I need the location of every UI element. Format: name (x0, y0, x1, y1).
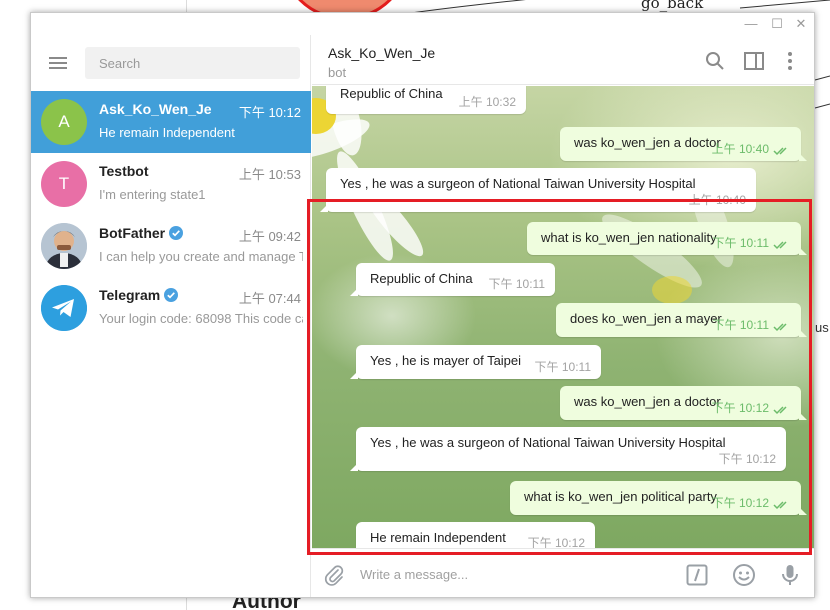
chat-time: 下午 10:12 (238, 105, 301, 120)
background-go-back-label: go_back (641, 0, 704, 12)
minimize-button[interactable]: — (742, 16, 760, 32)
telegram-window: — ☐ ✕ A Ask_Ko_Wen_Je 下午 10:12 He remain… (30, 12, 815, 598)
message-history[interactable]: Republic of China 上午 10:32 was ko_wen_je… (312, 86, 814, 548)
conversation-pane: Ask_Ko_Wen_Je bot Republic of China 上午 1… (312, 35, 814, 597)
double-check-icon (773, 501, 787, 510)
verified-badge-icon (164, 288, 179, 302)
microphone-icon[interactable] (778, 563, 802, 587)
double-check-icon (773, 323, 787, 332)
attach-icon[interactable] (322, 563, 346, 587)
sidebar-toggle-icon[interactable] (743, 50, 765, 72)
peer-status: bot (328, 65, 347, 80)
message-time: 上午 10:40 (711, 142, 769, 156)
hamburger-menu-icon[interactable] (47, 54, 69, 72)
message-time: 下午 10:12 (711, 401, 769, 415)
chat-time: 上午 10:53 (238, 167, 301, 182)
chat-header[interactable]: Ask_Ko_Wen_Je bot (312, 35, 814, 85)
message-time: 上午 10:32 (458, 95, 516, 109)
chat-item-telegram[interactable]: Telegram 上午 07:44 Your login code: 68098… (31, 277, 311, 339)
message-time: 下午 10:11 (712, 236, 769, 250)
telegram-logo-icon (41, 285, 87, 331)
chat-item-botfather[interactable]: BotFather 上午 09:42 I can help you create… (31, 215, 311, 277)
message-outgoing[interactable]: does ko_wen_jen a mayer 下午 10:11 (556, 303, 807, 337)
bot-command-icon[interactable] (685, 563, 709, 587)
chat-preview: I'm entering state1 (99, 187, 206, 202)
message-text: does ko_wen_jen a mayer (570, 311, 722, 326)
background-side-text: us (815, 320, 829, 335)
message-text: Republic of China (340, 86, 443, 101)
message-composer (312, 548, 814, 597)
message-text: Republic of China (370, 271, 473, 286)
chat-preview: Your login code: 68098 This code can be … (99, 311, 303, 326)
search-icon[interactable] (704, 50, 726, 72)
message-outgoing[interactable]: what is ko_wen_jen nationality 下午 10:11 (527, 222, 807, 255)
avatar (41, 223, 87, 269)
chat-name: Telegram (99, 287, 179, 303)
emoji-icon[interactable] (732, 563, 756, 587)
chat-name: BotFather (99, 225, 184, 241)
message-time: 下午 10:11 (534, 360, 591, 374)
chat-time: 上午 07:44 (238, 291, 301, 306)
avatar: A (41, 99, 87, 145)
message-text: He remain Independent (370, 530, 506, 545)
verified-badge-icon (169, 226, 184, 240)
background-flower-center (652, 276, 692, 304)
avatar (41, 285, 87, 331)
double-check-icon (773, 147, 787, 156)
message-text: Yes , he is mayer of Taipei (370, 353, 522, 368)
message-text: what is ko_wen_jen nationality (541, 230, 717, 245)
message-incoming[interactable]: He remain Independent 下午 10:12 (350, 522, 595, 548)
chat-preview: He remain Independent (99, 125, 235, 140)
message-incoming[interactable]: Republic of China 下午 10:11 (350, 263, 555, 296)
message-input[interactable] (360, 563, 660, 585)
message-text: what is ko_wen_jen political party (524, 489, 717, 504)
chat-name: Testbot (99, 163, 149, 179)
message-time: 下午 10:12 (527, 536, 585, 548)
message-time: 上午 10:40 (688, 193, 746, 207)
message-outgoing[interactable]: was ko_wen_jen a doctor 上午 10:40 (560, 127, 807, 161)
chat-list-sidebar: A Ask_Ko_Wen_Je 下午 10:12 He remain Indep… (31, 35, 311, 597)
message-incoming[interactable]: Yes , he was a surgeon of National Taiwa… (320, 168, 756, 212)
search-input[interactable] (85, 47, 300, 79)
message-text: Yes , he was a surgeon of National Taiwa… (370, 435, 726, 450)
chat-name: Ask_Ko_Wen_Je (99, 101, 212, 117)
message-incoming[interactable]: Republic of China 上午 10:32 (326, 86, 526, 114)
message-text: Yes , he was a surgeon of National Taiwa… (340, 176, 696, 191)
message-time: 下午 10:11 (712, 318, 769, 332)
chat-item-ask-ko-wen-je[interactable]: A Ask_Ko_Wen_Je 下午 10:12 He remain Indep… (31, 91, 311, 153)
double-check-icon (773, 241, 787, 250)
message-time: 下午 10:12 (711, 496, 769, 510)
avatar: T (41, 161, 87, 207)
close-button[interactable]: ✕ (792, 16, 810, 32)
message-incoming[interactable]: Yes , he is mayer of Taipei 下午 10:11 (350, 345, 601, 379)
more-vertical-icon[interactable] (779, 50, 801, 72)
message-outgoing[interactable]: what is ko_wen_jen political party 下午 10… (510, 481, 807, 515)
chat-time: 上午 09:42 (238, 229, 301, 244)
message-time: 下午 10:11 (488, 277, 545, 291)
maximize-button[interactable]: ☐ (768, 16, 786, 32)
message-incoming[interactable]: Yes , he was a surgeon of National Taiwa… (350, 427, 786, 471)
message-text: was ko_wen_jen a doctor (574, 394, 721, 409)
message-text: was ko_wen_jen a doctor (574, 135, 721, 150)
chat-preview: I can help you create and manage Telegra… (99, 249, 303, 264)
message-time: 下午 10:12 (718, 452, 776, 466)
double-check-icon (773, 406, 787, 415)
peer-name: Ask_Ko_Wen_Je (328, 45, 436, 61)
botfather-avatar-icon (41, 223, 87, 269)
title-bar: — ☐ ✕ (31, 13, 814, 35)
message-outgoing[interactable]: was ko_wen_jen a doctor 下午 10:12 (560, 386, 807, 420)
chat-item-testbot[interactable]: T Testbot 上午 10:53 I'm entering state1 (31, 153, 311, 215)
